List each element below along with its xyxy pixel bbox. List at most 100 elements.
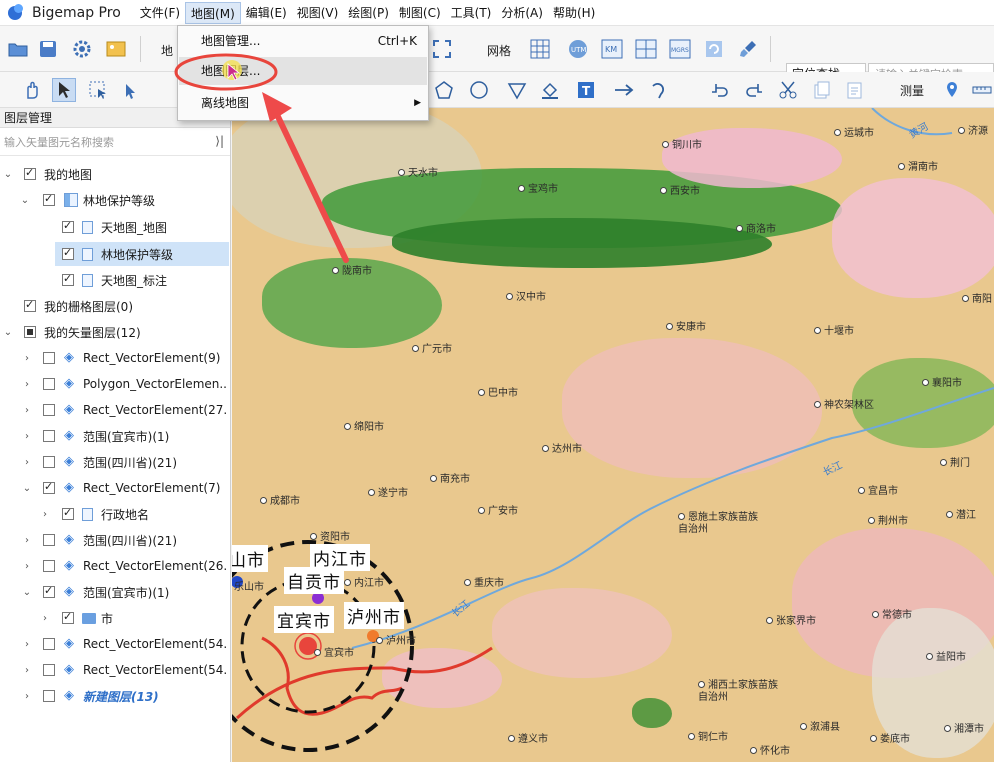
layer-checkbox[interactable] [43,690,55,702]
menu-edit[interactable]: 编辑(E) [241,2,292,24]
tree-node-vector[interactable]: › ◈ Rect_VectorElement(54... [0,632,230,656]
map-grid-icon[interactable] [634,37,658,61]
save-icon[interactable] [36,37,60,61]
tree-node-city[interactable]: › 市 [0,606,230,630]
tree-node-my-map[interactable]: ⌄ 我的地图 [0,162,230,186]
layer-search-input[interactable] [4,132,208,152]
menu-file[interactable]: 文件(F) [135,2,185,24]
box-select-icon[interactable] [86,78,110,102]
expand-arrow-icon[interactable]: ⌄ [3,327,13,338]
layer-checkbox[interactable] [62,272,74,286]
settings-gear-icon[interactable] [70,37,94,61]
menu-item-map-layers[interactable]: 地图图层... [179,57,427,85]
layer-checkbox[interactable] [24,326,36,338]
cut-scissors-icon[interactable] [776,78,800,102]
tree-node-forest-tile[interactable]: 林地保护等级 [55,242,229,266]
point-select-icon[interactable] [118,78,142,102]
layer-checkbox[interactable] [43,480,55,494]
expand-arrow-icon[interactable]: › [22,353,32,364]
menu-item-offline-map[interactable]: 离线地图 ▶ [179,89,427,117]
menu-help[interactable]: 帮助(H) [548,2,600,24]
image-export-icon[interactable] [104,37,128,61]
text-tool-icon[interactable]: T [574,78,598,102]
layer-checkbox[interactable] [43,192,55,206]
layer-checkbox[interactable] [43,584,55,598]
layer-checkbox[interactable] [43,378,55,390]
ruler-icon[interactable] [970,78,994,102]
layer-checkbox[interactable] [43,560,55,572]
layer-checkbox[interactable] [43,352,55,364]
redo-icon[interactable] [742,78,766,102]
layer-checkbox[interactable] [43,456,55,468]
map-canvas[interactable]: 天水市 宝鸡市 西安市 铜川市 运城市 济源 渭南市 商洛市 陇南市 汉中市 安… [232,108,994,762]
fullscreen-icon[interactable] [430,37,454,61]
expand-arrow-icon[interactable]: › [22,379,32,390]
mgrs-grid-icon[interactable]: MGRS [668,37,692,61]
expand-arrow-icon[interactable]: › [22,457,32,468]
expand-arrow-icon[interactable]: › [22,535,32,546]
tree-node-vector[interactable]: ⌄ ◈ 范围(宜宾市)(1) [0,580,230,604]
tree-node-admin-names[interactable]: › 行政地名 [0,502,230,526]
tree-node-raster-layers[interactable]: 我的栅格图层(0) [0,294,230,318]
select-arrow-icon[interactable] [52,78,76,102]
expand-arrow-icon[interactable]: › [22,691,32,702]
menu-cartography[interactable]: 制图(C) [394,2,446,24]
layer-checkbox[interactable] [62,610,74,624]
tree-node-vector[interactable]: › ◈ Rect_VectorElement(54... [0,658,230,682]
menu-tools[interactable]: 工具(T) [446,2,497,24]
draw-sector-icon[interactable] [505,78,529,102]
tree-node-tianditu-map[interactable]: 天地图_地图 [0,215,230,239]
menu-draw[interactable]: 绘图(P) [343,2,394,24]
tree-node-tianditu-annotation[interactable]: 天地图_标注 [0,268,230,292]
km-grid-icon[interactable]: KM [600,37,624,61]
layer-checkbox[interactable] [24,166,36,180]
menu-analysis[interactable]: 分析(A) [496,2,548,24]
expand-arrow-icon[interactable]: › [40,613,50,624]
draw-circle-icon[interactable] [467,78,491,102]
layer-checkbox[interactable] [24,298,36,312]
expand-arrow-icon[interactable]: › [22,561,32,572]
open-folder-icon[interactable] [6,37,30,61]
layer-checkbox[interactable] [43,664,55,676]
expand-arrow-icon[interactable]: ⌄ [3,169,13,180]
layer-checkbox[interactable] [62,219,74,233]
undo-icon[interactable] [708,78,732,102]
expand-arrow-icon[interactable]: › [22,639,32,650]
draw-curve-icon[interactable] [648,78,672,102]
tree-node-vector[interactable]: › ◈ 范围(四川省)(21) [0,450,230,474]
tree-node-vector[interactable]: › ◈ Polygon_VectorElemen... [0,372,230,396]
expand-arrow-icon[interactable]: › [22,665,32,676]
layer-checkbox[interactable] [43,638,55,650]
draw-arrow-icon[interactable] [612,78,636,102]
tree-node-vector[interactable]: › ◈ 范围(宜宾市)(1) [0,424,230,448]
layer-checkbox[interactable] [43,404,55,416]
tree-node-vector[interactable]: ⌄ ◈ Rect_VectorElement(7) [0,476,230,500]
refresh-map-icon[interactable] [702,37,726,61]
expand-arrow-icon[interactable]: › [22,431,32,442]
utm-grid-icon[interactable]: UTM [566,37,590,61]
paste-icon[interactable] [842,78,866,102]
layer-checkbox[interactable] [62,246,74,260]
tree-node-vector[interactable]: › ◈ 范围(四川省)(21) [0,528,230,552]
expand-arrow-icon[interactable]: › [40,509,50,520]
tree-node-new-layer[interactable]: › ◈ 新建图层(13) [0,684,230,708]
tree-node-vector[interactable]: › ◈ Rect_VectorElement(27... [0,398,230,422]
menu-map[interactable]: 地图(M) [185,1,241,24]
expand-arrow-icon[interactable]: › [22,405,32,416]
clear-brush-icon[interactable] [736,37,760,61]
draw-polygon-icon[interactable] [432,78,456,102]
tree-node-forest-level[interactable]: ⌄ 林地保护等级 [0,188,230,212]
tree-node-vector[interactable]: › ◈ Rect_VectorElement(26... [0,554,230,578]
expand-arrow-icon[interactable]: ⌄ [22,483,32,494]
menu-item-map-manager[interactable]: 地图管理... Ctrl+K [179,27,427,55]
layer-checkbox[interactable] [62,506,74,520]
collapse-panel-button[interactable]: ⟩| [215,134,224,148]
layer-checkbox[interactable] [43,430,55,442]
menu-view[interactable]: 视图(V) [292,2,344,24]
expand-arrow-icon[interactable]: ⌄ [22,587,32,598]
location-pin-icon[interactable] [940,78,964,102]
expand-arrow-icon[interactable]: ⌄ [20,195,30,206]
fill-bucket-icon[interactable] [538,78,562,102]
grid-icon[interactable] [528,37,552,61]
pan-hand-icon[interactable] [20,78,44,102]
